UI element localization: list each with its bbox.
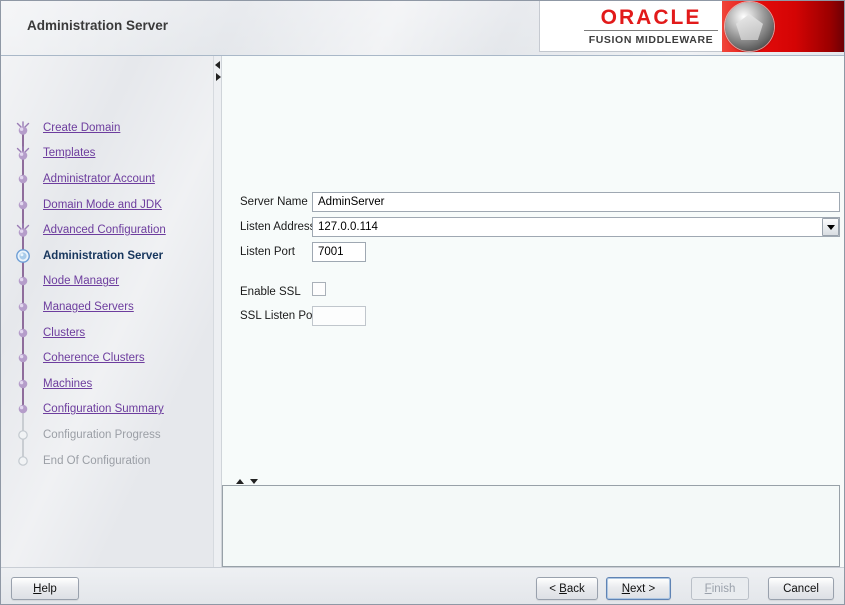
sidebar-step-configuration-summary[interactable]: Configuration Summary bbox=[1, 397, 213, 423]
chevron-down-icon bbox=[826, 224, 835, 230]
sidebar-step-coherence-clusters[interactable]: Coherence Clusters bbox=[1, 345, 213, 371]
fusion-middleware-label: FUSION MIDDLEWARE bbox=[588, 34, 714, 46]
config-wizard-window: Administration Server ORACLE FUSION MIDD… bbox=[0, 0, 845, 605]
finish-button: Finish bbox=[691, 577, 749, 600]
ball-step-icon bbox=[15, 197, 31, 213]
step-label: Clusters bbox=[43, 326, 86, 339]
step-label: End Of Configuration bbox=[43, 454, 151, 467]
step-label: Advanced Configuration bbox=[43, 224, 166, 237]
sidebar-step-clusters[interactable]: Clusters bbox=[1, 320, 213, 346]
back-button[interactable]: < Back bbox=[536, 577, 598, 600]
pentagon-icon bbox=[736, 14, 763, 40]
burst-step-icon bbox=[15, 120, 31, 136]
listen-address-input[interactable] bbox=[312, 217, 840, 237]
step-label: Create Domain bbox=[43, 121, 121, 134]
step-label: Administration Server bbox=[43, 249, 164, 262]
step-label: Node Manager bbox=[43, 275, 120, 288]
step-label: Coherence Clusters bbox=[43, 352, 145, 365]
sidebar-step-create-domain[interactable]: Create Domain bbox=[1, 115, 213, 141]
listen-port-label: Listen Port bbox=[240, 246, 295, 258]
collapse-down-icon[interactable] bbox=[250, 479, 258, 484]
ball-step-icon bbox=[15, 376, 31, 392]
ball-step-icon bbox=[15, 171, 31, 187]
ball-step-icon bbox=[15, 299, 31, 315]
ball-step-icon bbox=[15, 325, 31, 341]
step-label: Templates bbox=[43, 147, 96, 160]
listen-address-label: Listen Address bbox=[240, 221, 316, 233]
wizard-steps-nav: Create Domain Templates Administrator Acco… bbox=[1, 56, 213, 567]
sidebar-step-templates[interactable]: Templates bbox=[1, 141, 213, 167]
form-panel: Server Name Listen Address Listen Port E… bbox=[221, 56, 844, 567]
help-button[interactable]: Help bbox=[11, 577, 79, 600]
message-panel bbox=[222, 485, 840, 567]
ball-step-icon bbox=[15, 350, 31, 366]
listen-address-dropdown-button[interactable] bbox=[822, 218, 839, 236]
ball-step-icon bbox=[15, 401, 31, 417]
next-button[interactable]: Next > bbox=[606, 577, 671, 600]
header: Administration Server ORACLE FUSION MIDD… bbox=[1, 1, 844, 56]
sidebar-step-configuration-progress: Configuration Progress bbox=[1, 422, 213, 448]
sidebar-splitter[interactable] bbox=[213, 56, 221, 567]
oracle-logo: ORACLE FUSION MIDDLEWARE bbox=[539, 1, 844, 52]
ball-step-icon bbox=[15, 273, 31, 289]
collapse-left-icon[interactable] bbox=[215, 61, 220, 69]
hollow-step-icon bbox=[15, 453, 31, 469]
listen-address-combobox bbox=[312, 217, 840, 237]
message-panel-splitter[interactable] bbox=[230, 477, 290, 485]
sidebar-step-administrator-account[interactable]: Administrator Account bbox=[1, 166, 213, 192]
step-label: Administrator Account bbox=[43, 172, 155, 185]
sidebar-step-advanced-configuration[interactable]: Advanced Configuration bbox=[1, 217, 213, 243]
sidebar-step-end-of-configuration: End Of Configuration bbox=[1, 448, 213, 474]
step-label: Machines bbox=[43, 377, 93, 390]
sidebar-step-machines[interactable]: Machines bbox=[1, 371, 213, 397]
ssl-listen-port-input bbox=[312, 306, 366, 326]
ssl-listen-port-label: SSL Listen Port bbox=[240, 310, 320, 322]
sidebar-step-managed-servers[interactable]: Managed Servers bbox=[1, 294, 213, 320]
sidebar-step-domain-mode-and-jdk[interactable]: Domain Mode and JDK bbox=[1, 192, 213, 218]
server-name-label: Server Name bbox=[240, 196, 308, 208]
page-title: Administration Server bbox=[27, 18, 169, 33]
button-bar: Help < Back Next > Finish Cancel bbox=[1, 567, 844, 604]
expand-up-icon[interactable] bbox=[236, 479, 244, 484]
burst-step-icon bbox=[15, 222, 31, 238]
step-label: Configuration Summary bbox=[43, 403, 164, 416]
cancel-button[interactable]: Cancel bbox=[768, 577, 834, 600]
listen-port-input[interactable] bbox=[312, 242, 366, 262]
current-step-icon bbox=[15, 248, 31, 264]
step-label: Configuration Progress bbox=[43, 428, 161, 441]
logo-divider bbox=[584, 30, 718, 31]
oracle-sphere-icon bbox=[725, 2, 774, 51]
enable-ssl-label: Enable SSL bbox=[240, 286, 301, 298]
burst-step-icon bbox=[15, 145, 31, 161]
sidebar-step-administration-server[interactable]: Administration Server bbox=[1, 243, 213, 269]
sidebar-step-node-manager[interactable]: Node Manager bbox=[1, 269, 213, 295]
step-label: Domain Mode and JDK bbox=[43, 198, 162, 211]
enable-ssl-checkbox[interactable] bbox=[312, 282, 326, 296]
server-name-input[interactable] bbox=[312, 192, 840, 212]
hollow-step-icon bbox=[15, 427, 31, 443]
step-label: Managed Servers bbox=[43, 300, 134, 313]
oracle-wordmark: ORACLE bbox=[600, 6, 702, 29]
oracle-red-badge bbox=[722, 1, 844, 52]
